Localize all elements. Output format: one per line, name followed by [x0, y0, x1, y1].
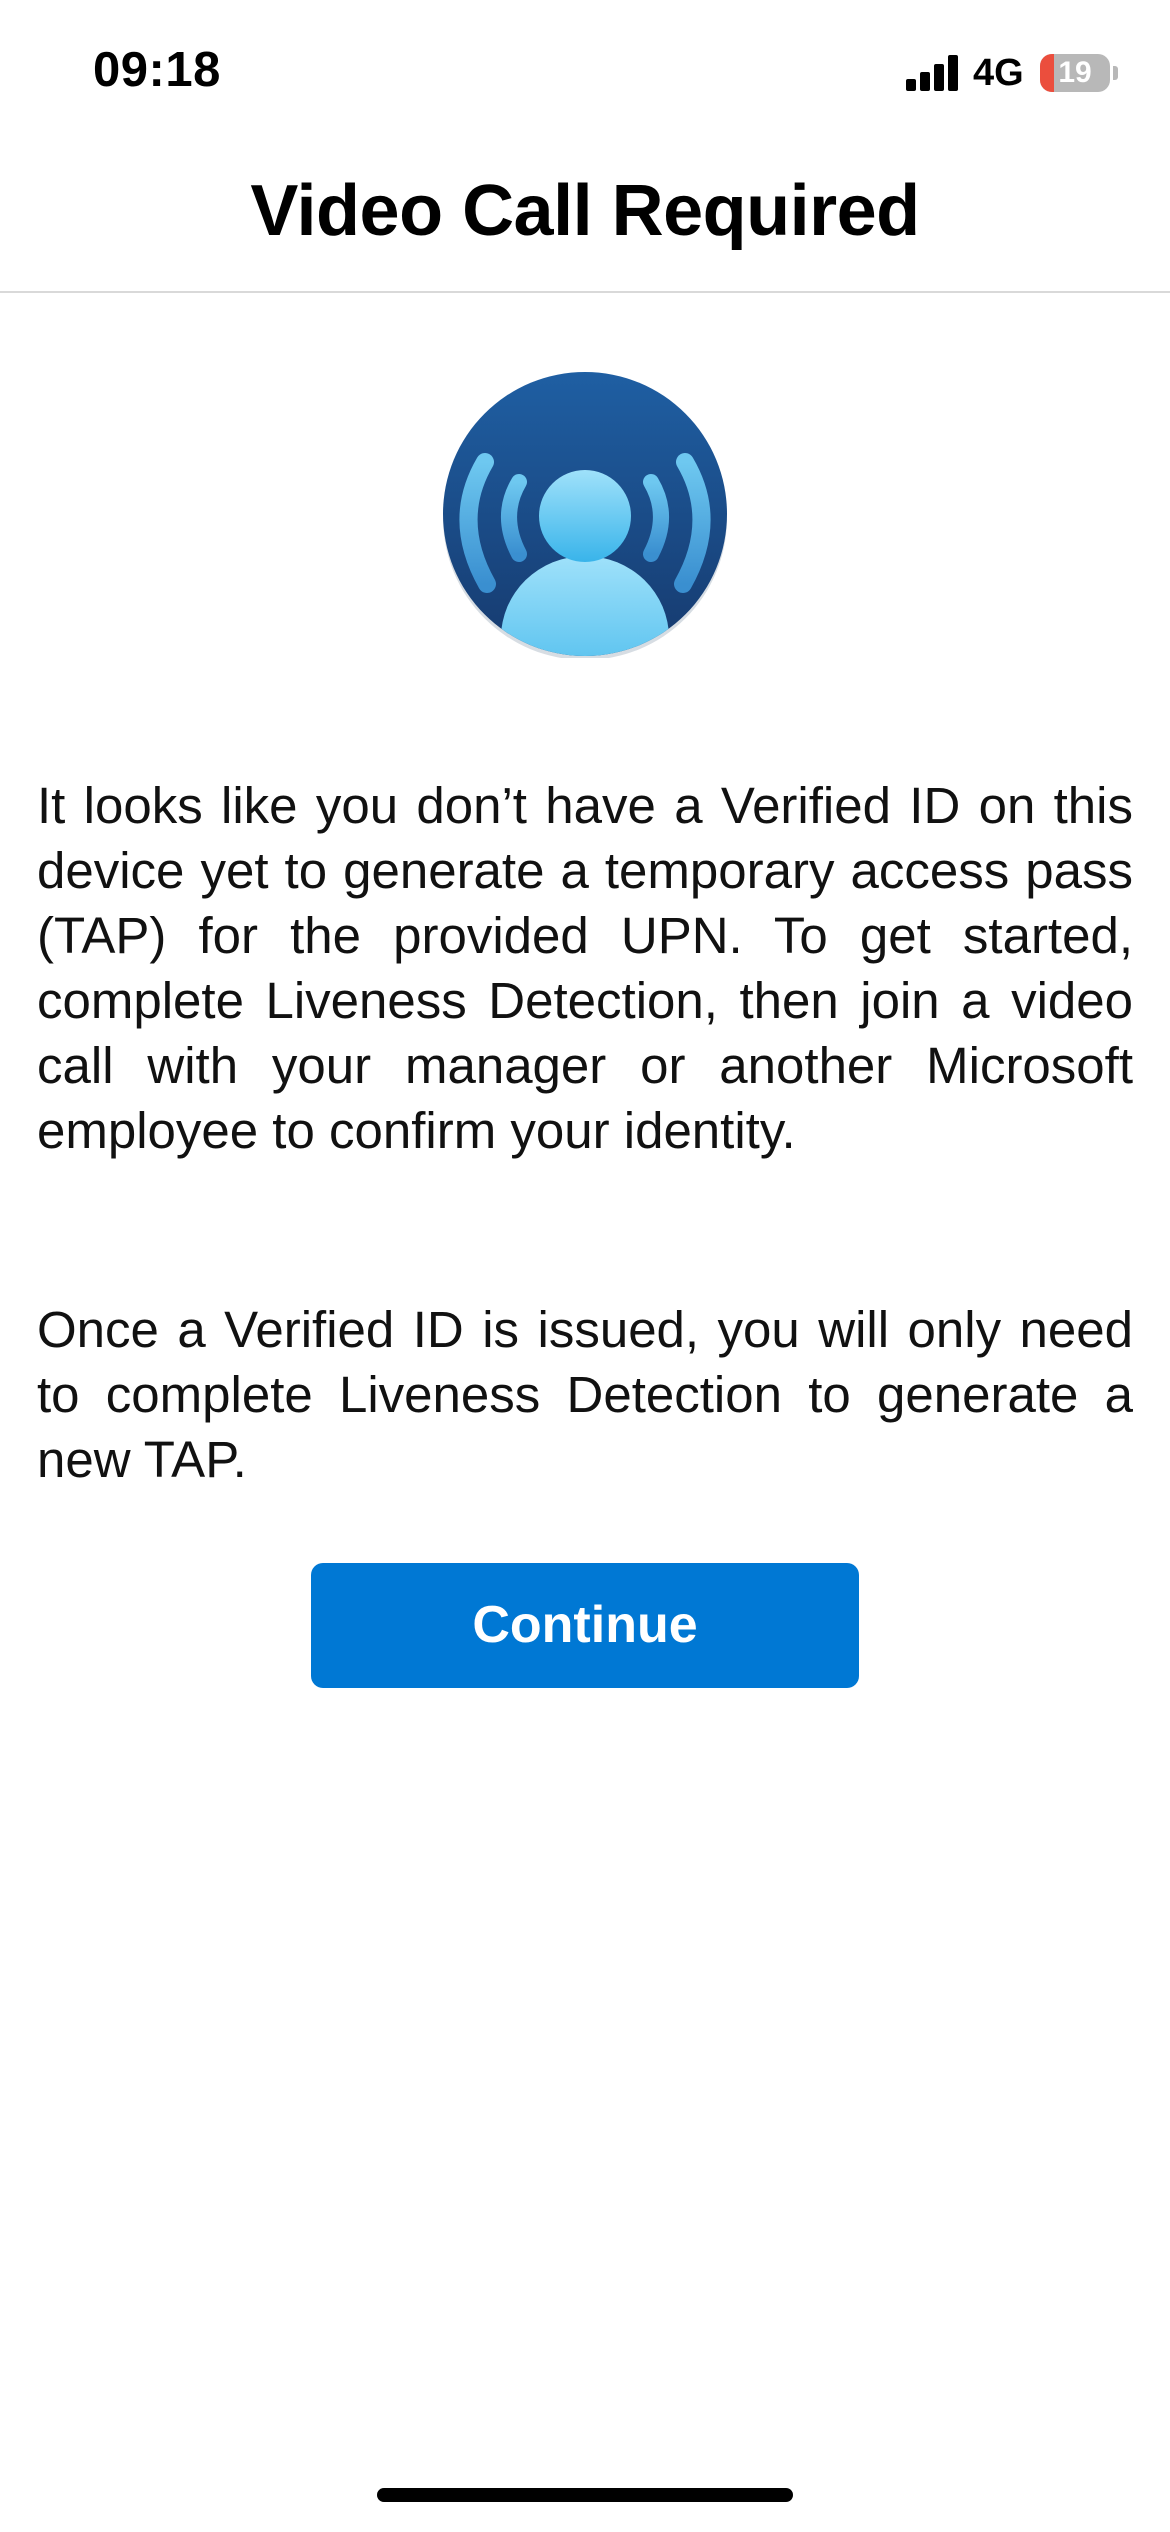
battery-tip: [1113, 66, 1118, 80]
page-title: Video Call Required: [250, 171, 920, 251]
continue-button[interactable]: Continue: [311, 1563, 859, 1688]
home-indicator[interactable]: [377, 2488, 793, 2502]
verified-id-person-broadcast-icon: [443, 372, 727, 660]
header-divider: [0, 291, 1170, 293]
battery-level-text: 19: [1058, 56, 1092, 89]
info-paragraph-2: Once a Verified ID is issued, you will o…: [37, 1301, 1133, 1488]
status-bar: 09:18 4G 19: [0, 0, 1170, 150]
info-paragraph-1: It looks like you don’t have a Verified …: [37, 777, 1133, 1159]
network-type-label: 4G: [973, 52, 1024, 94]
battery-icon: 19: [1040, 54, 1110, 92]
verified-id-logo: [441, 370, 729, 660]
status-time: 09:18: [93, 43, 221, 97]
cellular-signal-icon: [906, 55, 960, 91]
